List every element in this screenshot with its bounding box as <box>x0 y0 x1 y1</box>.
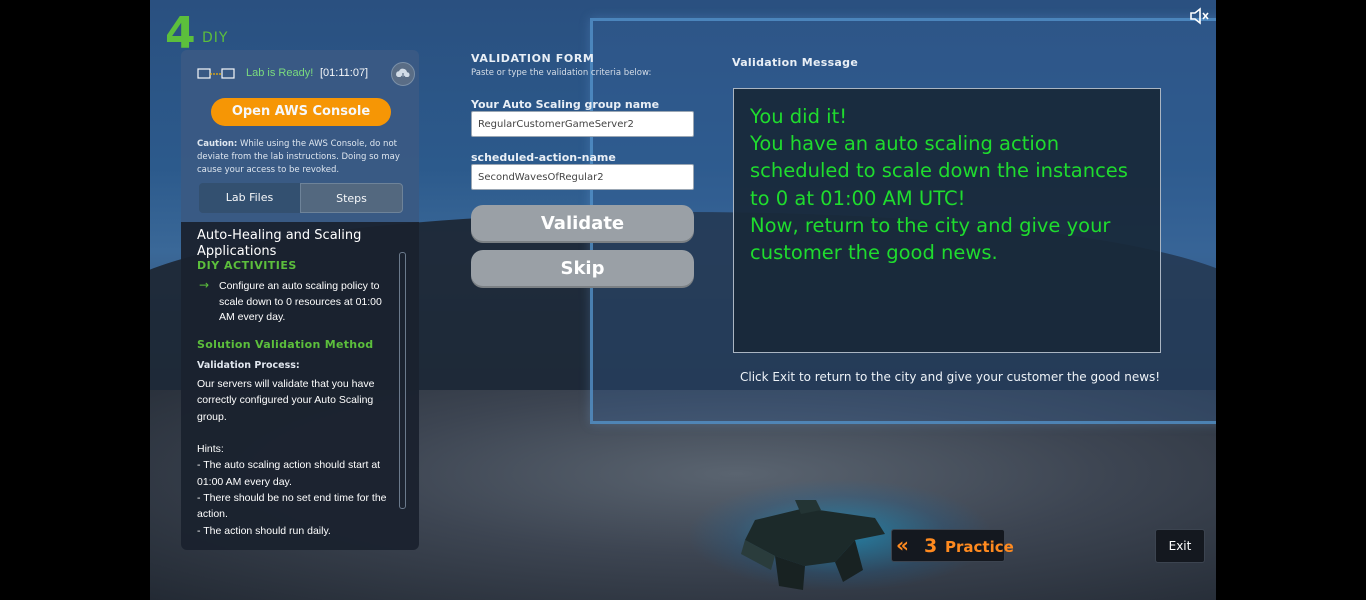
steps-title: Auto-Healing and Scaling Applications <box>197 228 362 259</box>
cloud-button[interactable] <box>391 62 415 86</box>
steps-panel: Auto-Healing and Scaling Applications DI… <box>181 222 419 550</box>
diy-activities-heading: DIY ACTIVITIES <box>197 259 297 272</box>
validation-form-title: VALIDATION FORM <box>471 52 595 65</box>
asg-name-input[interactable] <box>471 111 694 137</box>
double-chevron-left-icon: « <box>896 533 909 557</box>
validation-process-text: Our servers will validate that you have … <box>197 378 387 537</box>
practice-number: 3 <box>924 535 938 557</box>
mute-icon[interactable] <box>1189 6 1211 26</box>
caution-note: Caution: While using the AWS Console, do… <box>197 138 409 177</box>
exit-button[interactable]: Exit <box>1155 529 1205 563</box>
caution-label: Caution: <box>197 139 238 149</box>
lab-timer: [01:11:07] <box>320 67 369 79</box>
lab-status-row: Lab is Ready! [01:11:07] <box>197 62 415 86</box>
practice-label: Practice <box>945 538 1014 556</box>
validate-button[interactable]: Validate <box>471 205 694 243</box>
connection-icon <box>197 68 235 79</box>
open-aws-console-button[interactable]: Open AWS Console <box>211 98 391 126</box>
tab-steps[interactable]: Steps <box>300 183 403 213</box>
validation-message-title: Validation Message <box>732 56 859 69</box>
validation-message-text: You did it! You have an auto scaling act… <box>750 105 1128 265</box>
validation-process-label: Validation Process: <box>197 360 300 371</box>
validation-form-subtitle: Paste or type the validation criteria be… <box>471 68 652 78</box>
lab-panel-header: Lab is Ready! [01:11:07] Open AWS Consol… <box>181 50 419 222</box>
arrow-right-icon: → <box>199 278 210 292</box>
scheduled-action-label: scheduled-action-name <box>471 151 616 164</box>
cloud-icon <box>396 68 410 79</box>
tab-lab-files[interactable]: Lab Files <box>199 183 300 213</box>
skip-button[interactable]: Skip <box>471 250 694 288</box>
scheduled-action-input[interactable] <box>471 164 694 190</box>
steps-scrollbar[interactable] <box>399 252 406 509</box>
scene-machine <box>741 500 885 590</box>
practice-button[interactable]: « 3 Practice <box>891 529 1014 562</box>
exit-instruction: Click Exit to return to the city and giv… <box>740 370 1161 384</box>
lab-ready-status: Lab is Ready! <box>246 67 314 79</box>
activity-item: Configure an auto scaling policy to scal… <box>219 280 382 323</box>
solution-validation-heading: Solution Validation Method <box>197 338 374 351</box>
logo-label: DIY <box>202 30 229 46</box>
asg-name-label: Your Auto Scaling group name <box>471 98 660 111</box>
panel-tabs: Lab Files Steps <box>199 183 403 213</box>
validation-message-box: You did it! You have an auto scaling act… <box>733 88 1161 353</box>
